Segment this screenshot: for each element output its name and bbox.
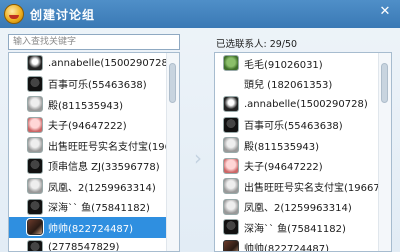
contact-row[interactable]: 帅帅(822724487) <box>215 238 379 252</box>
avatar-icon <box>27 198 43 215</box>
contact-row[interactable]: 頭兒 (182061353) <box>215 74 379 95</box>
contact-row[interactable]: 百事可乐(55463638) <box>9 74 167 95</box>
contact-label: 夫子(94647222) <box>244 162 323 174</box>
chevron-right-icon[interactable]: › <box>191 148 205 168</box>
avatar-icon <box>223 198 239 215</box>
avatar-icon <box>27 75 43 92</box>
qq-logo-icon <box>4 4 24 24</box>
avatar-icon <box>27 96 43 113</box>
contact-label: 顶串信息 ZJ(33596778) <box>48 162 160 174</box>
contact-list: .annabelle(1500290728) 百事可乐(55463638) 殿(81… <box>9 53 167 252</box>
contact-label: (2778547829) <box>48 242 120 252</box>
avatar-icon <box>27 116 43 133</box>
avatar-icon <box>223 76 239 92</box>
contact-label: .annabelle(1500290728) <box>244 98 368 110</box>
contact-row[interactable]: 顶串信息 ZJ(33596778) <box>9 156 167 177</box>
contact-row[interactable]: 殿(811535943) <box>215 135 379 156</box>
contact-row[interactable]: 百事可乐(55463638) <box>215 115 379 136</box>
avatar-icon <box>223 55 239 72</box>
contact-row[interactable]: .annabelle(1500290728) <box>215 94 379 115</box>
scrollbar-thumb[interactable] <box>169 63 176 103</box>
contact-list-panel: .annabelle(1500290728) 百事可乐(55463638) 殿(81… <box>8 52 180 252</box>
contact-label: 殿(811535943) <box>244 141 320 153</box>
contact-label: .annabelle(1500290728) <box>48 57 167 69</box>
avatar-icon <box>27 157 43 174</box>
selected-contacts-panel: 毛毛(91026031) 頭兒 (182061353) .annabelle(150… <box>214 52 392 252</box>
search-input[interactable] <box>8 34 180 50</box>
contact-row[interactable]: 深海`` 鱼(75841182) <box>9 197 167 218</box>
title-bar: 创建讨论组 ✕ <box>0 0 400 28</box>
avatar-icon <box>27 55 43 72</box>
selected-contact-list: 毛毛(91026031) 頭兒 (182061353) .annabelle(150… <box>215 53 379 252</box>
avatar-icon <box>27 239 43 251</box>
avatar-icon <box>223 96 239 113</box>
contact-row[interactable]: .annabelle(1500290728) <box>9 53 167 74</box>
avatar-icon <box>27 137 43 154</box>
contact-row[interactable]: 夫子(94647222) <box>215 156 379 177</box>
selected-count-label: 已选联系人: 29/50 <box>216 39 298 50</box>
avatar-icon <box>27 178 43 195</box>
contact-label: 帅帅(822724487) <box>244 244 330 252</box>
avatar-icon <box>223 157 239 174</box>
contact-row[interactable]: 出售旺旺号实名支付宝(19667 <box>215 176 379 197</box>
create-discussion-group-window: 创建讨论组 ✕ 已选联系人: 29/50 .annabelle(15002907… <box>0 0 400 252</box>
window-title: 创建讨论组 <box>30 8 96 22</box>
avatar-icon <box>223 178 239 195</box>
contact-label: 帅帅(822724487) <box>48 223 134 235</box>
contact-label: 出售旺旺号实名支付宝(19667 <box>244 182 379 194</box>
avatar-icon <box>223 137 239 154</box>
contact-label: 凤凰、2(1259963314) <box>48 182 156 194</box>
contact-label: 出售旺旺号实名支付宝(196 <box>48 141 167 153</box>
avatar-icon <box>223 116 239 133</box>
selected-list-scrollbar[interactable] <box>378 53 391 251</box>
contact-label: 百事可乐(55463638) <box>48 80 147 92</box>
scrollbar-thumb[interactable] <box>381 63 388 103</box>
avatar-icon <box>26 218 44 237</box>
contact-label: 深海`` 鱼(75841182) <box>48 203 150 215</box>
contact-row[interactable]: 毛毛(91026031) <box>215 53 379 74</box>
avatar-icon <box>223 219 239 236</box>
contact-row[interactable]: 凤凰、2(1259963314) <box>9 176 167 197</box>
contact-row[interactable]: 夫子(94647222) <box>9 115 167 136</box>
contact-row[interactable]: 深海`` 鱼(75841182) <box>215 217 379 238</box>
contact-row[interactable]: 帅帅(822724487) <box>9 217 167 238</box>
contact-row[interactable]: 出售旺旺号实名支付宝(196 <box>9 135 167 156</box>
avatar-icon <box>223 239 239 251</box>
contact-label: 深海`` 鱼(75841182) <box>244 223 346 235</box>
contact-list-scrollbar[interactable] <box>166 53 179 251</box>
close-button[interactable]: ✕ <box>376 4 394 20</box>
contact-label: 百事可乐(55463638) <box>244 121 343 133</box>
contact-label: 毛毛(91026031) <box>244 59 323 71</box>
contact-row[interactable]: (2778547829) <box>9 238 167 252</box>
contact-label: 夫子(94647222) <box>48 121 127 133</box>
contact-label: 殿(811535943) <box>48 100 124 112</box>
contact-label: 頭兒 (182061353) <box>244 80 333 92</box>
contact-row[interactable]: 殿(811535943) <box>9 94 167 115</box>
contact-row[interactable]: 凤凰、2(1259963314) <box>215 197 379 218</box>
contact-label: 凤凰、2(1259963314) <box>244 203 352 215</box>
